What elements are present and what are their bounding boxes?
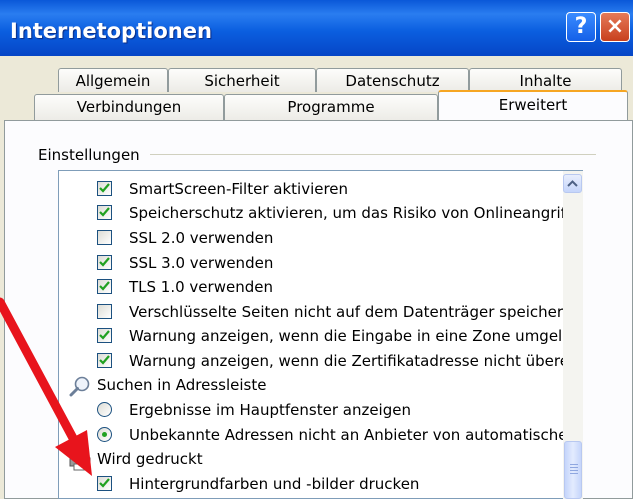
check-icon bbox=[99, 281, 110, 291]
checkbox[interactable] bbox=[97, 328, 112, 343]
scroll-thumb[interactable] bbox=[564, 441, 582, 499]
checkbox[interactable] bbox=[97, 255, 112, 270]
setting-ssl3[interactable]: SSL 3.0 verwenden bbox=[59, 251, 564, 275]
grip-line bbox=[570, 467, 578, 468]
checkbox[interactable] bbox=[97, 205, 112, 220]
chevron-up-icon bbox=[567, 180, 578, 187]
checkbox[interactable] bbox=[97, 304, 112, 319]
help-button[interactable]: ? bbox=[566, 12, 596, 42]
printer-icon bbox=[69, 451, 91, 471]
check-icon bbox=[99, 207, 110, 217]
setting-label: SSL 2.0 verwenden bbox=[129, 229, 274, 247]
check-icon bbox=[99, 355, 110, 365]
category-label: Suchen in Adressleiste bbox=[97, 376, 267, 394]
settings-list[interactable]: SmartScreen-Filter aktivieren Speichersc… bbox=[58, 170, 583, 499]
setting-label: Warnung anzeigen, wenn die Zertifikatadr… bbox=[129, 352, 569, 370]
checkbox[interactable] bbox=[97, 353, 112, 368]
grip-line bbox=[570, 464, 578, 465]
setting-verschluesselte-seiten[interactable]: Verschlüsselte Seiten nicht auf dem Date… bbox=[59, 300, 572, 324]
grip-line bbox=[570, 470, 578, 471]
tab-erweitert[interactable]: Erweitert bbox=[438, 90, 628, 120]
scroll-up-button[interactable] bbox=[563, 174, 582, 193]
setting-label: Hintergrundfarben und -bilder drucken bbox=[129, 475, 420, 493]
vertical-scrollbar[interactable] bbox=[563, 171, 583, 499]
check-icon bbox=[99, 257, 110, 267]
setting-label: SSL 3.0 verwenden bbox=[129, 254, 274, 272]
setting-label: TLS 1.0 verwenden bbox=[129, 278, 273, 296]
setting-warnung-zertifikat[interactable]: Warnung anzeigen, wenn die Zertifikatadr… bbox=[59, 349, 569, 373]
check-icon bbox=[99, 478, 110, 488]
tab-programme[interactable]: Programme bbox=[224, 94, 438, 121]
checkbox[interactable] bbox=[97, 476, 112, 491]
radio-button[interactable] bbox=[97, 402, 112, 417]
window-title: Internetoptionen bbox=[10, 19, 212, 43]
group-divider bbox=[150, 154, 596, 155]
tab-datenschutz[interactable]: Datenschutz bbox=[316, 68, 469, 92]
grip-line bbox=[570, 473, 578, 474]
category-drucken: Wird gedruckt bbox=[59, 447, 564, 471]
check-icon bbox=[99, 183, 110, 193]
tab-sicherheit[interactable]: Sicherheit bbox=[168, 68, 316, 92]
tab-verbindungen[interactable]: Verbindungen bbox=[34, 94, 224, 121]
setting-label: Warnung anzeigen, wenn die Eingabe in ei… bbox=[129, 327, 572, 345]
close-button[interactable]: × bbox=[600, 12, 630, 42]
check-icon bbox=[99, 330, 110, 340]
setting-label: SmartScreen-Filter aktivieren bbox=[129, 180, 349, 198]
checkbox[interactable] bbox=[97, 181, 112, 196]
setting-tls10[interactable]: TLS 1.0 verwenden bbox=[59, 275, 564, 299]
checkbox[interactable] bbox=[97, 279, 112, 294]
setting-hintergrundfarben-drucken[interactable]: Hintergrundfarben und -bilder drucken bbox=[59, 472, 564, 496]
setting-label: Unbekannte Adressen nicht an Anbieter vo… bbox=[129, 426, 568, 444]
setting-ssl2[interactable]: SSL 2.0 verwenden bbox=[59, 226, 564, 250]
search-icon bbox=[69, 376, 90, 397]
category-suchen: Suchen in Adressleiste bbox=[59, 373, 564, 397]
tab-inhalte[interactable]: Inhalte bbox=[469, 68, 622, 92]
category-label: Wird gedruckt bbox=[97, 450, 203, 468]
setting-label: Ergebnisse im Hauptfenster anzeigen bbox=[129, 401, 411, 419]
setting-ergebnisse-hauptfenster[interactable]: Ergebnisse im Hauptfenster anzeigen bbox=[59, 398, 564, 422]
setting-warnung-zone[interactable]: Warnung anzeigen, wenn die Eingabe in ei… bbox=[59, 324, 571, 348]
radio-button[interactable] bbox=[97, 427, 112, 442]
setting-smartscreen[interactable]: SmartScreen-Filter aktivieren bbox=[59, 177, 564, 201]
setting-label: Speicherschutz aktivieren, um das Risiko… bbox=[129, 204, 571, 222]
setting-unbekannte-adressen[interactable]: Unbekannte Adressen nicht an Anbieter vo… bbox=[59, 423, 568, 447]
internet-options-dialog: Internetoptionen ? × Allgemein Sicherhei… bbox=[0, 0, 633, 499]
setting-label: Verschlüsselte Seiten nicht auf dem Date… bbox=[129, 303, 573, 321]
tab-allgemein[interactable]: Allgemein bbox=[58, 68, 168, 92]
group-label-einstellungen: Einstellungen bbox=[38, 146, 146, 164]
setting-speicherschutz[interactable]: Speicherschutz aktivieren, um das Risiko… bbox=[59, 201, 571, 225]
title-bar[interactable]: Internetoptionen ? × bbox=[0, 0, 633, 56]
checkbox[interactable] bbox=[97, 230, 112, 245]
